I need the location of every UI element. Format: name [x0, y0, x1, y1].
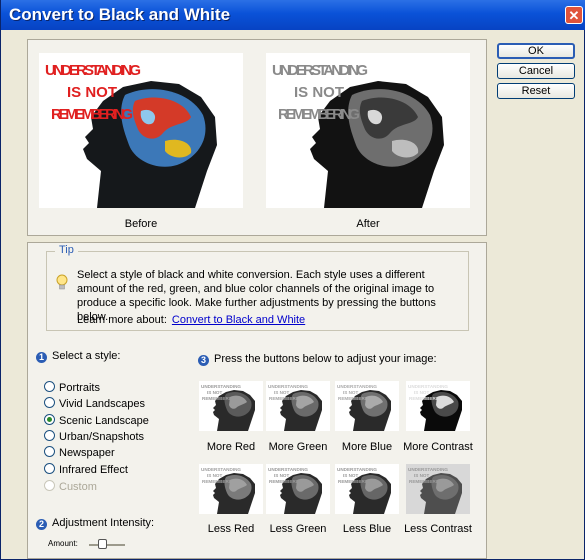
- svg-text:REMEMBERING: REMEMBERING: [202, 479, 237, 484]
- adjust-heading: 3 Press the buttons below to adjust your …: [198, 353, 437, 366]
- svg-text:REMEMBERING: REMEMBERING: [338, 479, 373, 484]
- style-option-label: Newspaper: [59, 447, 115, 459]
- style-option-urban-snapshots[interactable]: Urban/Snapshots: [44, 430, 144, 444]
- style-option-newspaper[interactable]: Newspaper: [44, 446, 115, 460]
- window-title: Convert to Black and White: [9, 5, 231, 24]
- select-style-heading: 1 Select a style:: [36, 350, 120, 363]
- adjust-more-blue-thumbnail[interactable]: UNDERSTANDING IS NOT REMEMBERING: [335, 381, 399, 431]
- adjust-more-contrast-thumbnail[interactable]: UNDERSTANDING IS NOT REMEMBERING: [406, 381, 470, 431]
- before-label: Before: [124, 218, 158, 230]
- style-option-label: Vivid Landscapes: [59, 398, 146, 410]
- lightbulb-icon: [56, 274, 68, 295]
- svg-text:REMEMBERING: REMEMBERING: [409, 396, 444, 401]
- tip-title: Tip: [55, 244, 78, 256]
- after-poster-line3: REMEMBERING: [278, 106, 360, 123]
- svg-text:UNDERSTANDING: UNDERSTANDING: [268, 384, 308, 389]
- adjust-less-blue-label[interactable]: Less Blue: [327, 523, 407, 535]
- learn-more-link[interactable]: Convert to Black and White: [172, 314, 305, 326]
- radio-button[interactable]: [44, 397, 55, 408]
- adjust-less-green-label[interactable]: Less Green: [258, 523, 338, 535]
- style-option-label: Infrared Effect: [59, 464, 128, 476]
- learn-more-prefix: Learn more about:: [77, 314, 167, 326]
- radio-button[interactable]: [44, 430, 55, 441]
- style-option-label: Scenic Landscape: [59, 415, 149, 427]
- svg-text:REMEMBERING: REMEMBERING: [269, 479, 304, 484]
- step-3-badge: 3: [198, 355, 209, 366]
- svg-text:IS NOT: IS NOT: [414, 390, 430, 395]
- radio-button[interactable]: [44, 446, 55, 457]
- dialog-window: Convert to Black and White ✕ OK Cancel R…: [0, 0, 585, 560]
- amount-slider-thumb[interactable]: [98, 539, 107, 549]
- adjust-less-green-thumbnail[interactable]: UNDERSTANDING IS NOT REMEMBERING: [266, 464, 330, 514]
- before-poster-line2: IS NOT: [67, 84, 117, 101]
- radio-button[interactable]: [44, 463, 55, 474]
- adjust-less-red-thumbnail[interactable]: UNDERSTANDING IS NOT REMEMBERING: [199, 464, 263, 514]
- svg-text:IS NOT: IS NOT: [207, 473, 223, 478]
- adjust-less-contrast-label[interactable]: Less Contrast: [398, 523, 478, 535]
- svg-text:UNDERSTANDING: UNDERSTANDING: [268, 467, 308, 472]
- style-option-scenic-landscape[interactable]: Scenic Landscape: [44, 414, 149, 428]
- svg-text:IS NOT: IS NOT: [343, 473, 359, 478]
- svg-text:IS NOT: IS NOT: [274, 473, 290, 478]
- select-style-label: Select a style:: [52, 350, 121, 362]
- radio-button[interactable]: [44, 381, 55, 392]
- before-after-panel: UNDERSTANDING IS NOT REMEMBERING UNDERST…: [27, 39, 487, 236]
- ok-button[interactable]: OK: [497, 43, 575, 59]
- style-option-infrared-effect[interactable]: Infrared Effect: [44, 463, 128, 477]
- adjust-more-blue-label[interactable]: More Blue: [327, 441, 407, 453]
- adjust-more-contrast-label[interactable]: More Contrast: [398, 441, 478, 453]
- style-option-custom: Custom: [44, 480, 97, 494]
- radio-button-disabled: [44, 480, 55, 491]
- svg-text:UNDERSTANDING: UNDERSTANDING: [201, 384, 241, 389]
- adjust-less-contrast-thumbnail[interactable]: UNDERSTANDING IS NOT REMEMBERING: [406, 464, 470, 514]
- style-option-vivid-landscapes[interactable]: Vivid Landscapes: [44, 397, 145, 411]
- adjustment-intensity-heading: 2 Adjustment Intensity:: [36, 517, 154, 530]
- tip-learn-more: Learn more about: Convert to Black and Wh…: [77, 314, 305, 326]
- adjustment-intensity-label: Adjustment Intensity:: [52, 517, 155, 529]
- before-image: UNDERSTANDING IS NOT REMEMBERING: [39, 53, 243, 208]
- svg-text:UNDERSTANDING: UNDERSTANDING: [201, 467, 241, 472]
- after-poster-line1: UNDERSTANDING: [272, 62, 368, 79]
- svg-text:UNDERSTANDING: UNDERSTANDING: [337, 467, 377, 472]
- svg-text:REMEMBERING: REMEMBERING: [338, 396, 373, 401]
- before-poster-line3: REMEMBERING: [51, 106, 133, 123]
- step-1-badge: 1: [36, 352, 47, 363]
- after-poster-line2: IS NOT: [294, 84, 344, 101]
- svg-text:REMEMBERING: REMEMBERING: [269, 396, 304, 401]
- style-option-label: Portraits: [59, 382, 100, 394]
- amount-slider-track[interactable]: [89, 544, 125, 546]
- style-option-portraits[interactable]: Portraits: [44, 381, 100, 395]
- close-button[interactable]: ✕: [565, 6, 583, 24]
- adjust-more-green-label[interactable]: More Green: [258, 441, 338, 453]
- svg-text:IS NOT: IS NOT: [343, 390, 359, 395]
- title-bar[interactable]: Convert to Black and White ✕: [1, 0, 585, 30]
- svg-text:IS NOT: IS NOT: [274, 390, 290, 395]
- radio-button-selected[interactable]: [44, 414, 55, 425]
- adjust-less-blue-thumbnail[interactable]: UNDERSTANDING IS NOT REMEMBERING: [335, 464, 399, 514]
- reset-button[interactable]: Reset: [497, 83, 575, 99]
- svg-text:UNDERSTANDING: UNDERSTANDING: [337, 384, 377, 389]
- before-poster-line1: UNDERSTANDING: [45, 62, 141, 79]
- svg-text:REMEMBERING: REMEMBERING: [409, 479, 444, 484]
- adjust-more-red-thumbnail[interactable]: UNDERSTANDING IS NOT REMEMBERING: [199, 381, 263, 431]
- step-2-badge: 2: [36, 519, 47, 530]
- amount-label: Amount:: [48, 539, 78, 548]
- after-image: UNDERSTANDING IS NOT REMEMBERING: [266, 53, 470, 208]
- after-label: After: [356, 218, 380, 230]
- adjust-more-green-thumbnail[interactable]: UNDERSTANDING IS NOT REMEMBERING: [266, 381, 330, 431]
- svg-text:IS NOT: IS NOT: [207, 390, 223, 395]
- cancel-button[interactable]: Cancel: [497, 63, 575, 79]
- tip-box: Tip Select a style of black and white co…: [46, 244, 469, 331]
- svg-text:REMEMBERING: REMEMBERING: [202, 396, 237, 401]
- adjust-label: Press the buttons below to adjust your i…: [214, 353, 437, 365]
- controls-panel: Tip Select a style of black and white co…: [27, 242, 487, 559]
- style-option-label: Urban/Snapshots: [59, 431, 144, 443]
- svg-text:UNDERSTANDING: UNDERSTANDING: [408, 467, 448, 472]
- svg-text:IS NOT: IS NOT: [414, 473, 430, 478]
- style-option-label: Custom: [59, 481, 97, 493]
- svg-text:UNDERSTANDING: UNDERSTANDING: [408, 384, 448, 389]
